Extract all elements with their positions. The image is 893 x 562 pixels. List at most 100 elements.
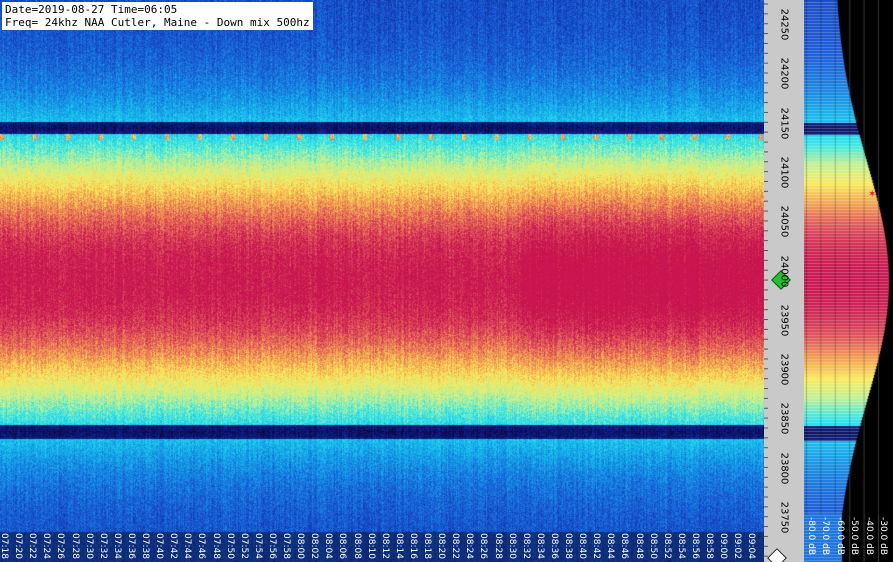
db-tick-text: -80.0 dB — [806, 517, 816, 556]
time-tick-text: 08:12 — [379, 533, 390, 559]
time-tick-text: 07:54 — [252, 533, 263, 559]
spectrum-panel — [804, 0, 893, 562]
time-tick-label: 08:36 — [548, 532, 560, 562]
time-tick-label: 08:52 — [661, 532, 673, 562]
db-tick-text: -50.0 dB — [849, 517, 860, 556]
frequency-tick-text: 24000 — [778, 255, 790, 287]
time-tick-text: 08:14 — [393, 533, 404, 559]
time-tick-text: 08:38 — [563, 533, 573, 559]
waterfall-display[interactable] — [0, 0, 764, 562]
time-tick-label: 07:34 — [112, 532, 123, 562]
frequency-tick-text: 23800 — [778, 452, 790, 485]
time-tick-label: 08:40 — [577, 532, 588, 562]
time-tick-text: 08:58 — [704, 533, 714, 559]
db-tick-text: -30.0 dB — [878, 517, 888, 556]
time-tick-text: 07:30 — [83, 533, 94, 559]
frequency-tick-label: 24200 — [764, 58, 804, 90]
db-tick-text: -40.0 dB — [863, 517, 874, 556]
time-tick-text: 07:52 — [238, 533, 249, 559]
time-tick-text: 08:10 — [365, 533, 376, 559]
time-tick-label: 08:56 — [690, 532, 701, 562]
time-tick-label: 07:50 — [224, 532, 236, 562]
time-tick-label: 08:14 — [393, 532, 405, 562]
time-tick-label: 08:08 — [351, 532, 363, 562]
time-tick-text: 08:46 — [619, 533, 630, 559]
frequency-tick-text: 24250 — [778, 8, 790, 41]
frequency-tick-label: 24050 — [764, 206, 804, 238]
time-tick-text: 07:20 — [13, 533, 24, 559]
time-tick-label: 07:48 — [210, 532, 222, 562]
time-tick-text: 07:18 — [0, 533, 9, 559]
db-tick-label: -50.0 dB — [849, 515, 859, 562]
time-tick-text: 07:48 — [210, 533, 221, 559]
time-tick-label: 07:32 — [97, 532, 109, 562]
frequency-tick-label: 24000 — [764, 255, 804, 287]
time-tick-label: 08:06 — [337, 532, 348, 562]
frequency-tick-text: 24150 — [778, 107, 790, 139]
time-tick-label: 08:00 — [295, 532, 306, 562]
time-tick-label: 07:46 — [196, 532, 207, 562]
time-tick-label: 08:10 — [365, 532, 377, 562]
time-tick-text: 07:36 — [125, 533, 136, 559]
frequency-axis[interactable]: 24250 24200 24150 24100 24050 24000 23950 23900… — [764, 0, 804, 562]
db-tick-text: -60.0 dB — [834, 517, 845, 556]
time-tick-label: 07:26 — [55, 532, 66, 562]
time-tick-label: 08:44 — [605, 532, 616, 562]
time-tick-text: 07:50 — [224, 533, 235, 559]
time-tick-label: 08:54 — [676, 532, 687, 562]
time-tick-label: 07:30 — [83, 532, 95, 562]
time-tick-text: 08:28 — [492, 533, 503, 559]
db-tick-label: -30.0 dB — [878, 515, 888, 562]
time-tick-label: 08:02 — [309, 532, 320, 562]
time-tick-text: 07:42 — [168, 533, 179, 559]
time-tick-label: 07:20 — [13, 532, 24, 562]
time-tick-label: 08:32 — [521, 532, 532, 562]
time-tick-text: 08:24 — [464, 533, 475, 559]
time-tick-label: 09:00 — [718, 532, 729, 562]
time-tick-text: 08:26 — [478, 533, 489, 559]
time-tick-text: 08:20 — [436, 533, 447, 559]
frequency-tick-text: 23900 — [778, 353, 790, 386]
time-tick-label: 07:54 — [252, 532, 264, 562]
time-tick-text: 07:44 — [182, 533, 193, 559]
time-tick-label: 08:50 — [648, 532, 659, 562]
date-time-label: Date=2019-08-27 Time=06:05 — [5, 3, 178, 16]
time-tick-text: 08:08 — [351, 533, 362, 559]
db-tick-label: -60.0 dB — [835, 515, 845, 562]
frequency-tick-label: 23750 — [764, 502, 804, 534]
time-tick-text: 08:16 — [407, 533, 418, 559]
frequency-tick-text: 24100 — [778, 156, 790, 189]
time-tick-text: 09:04 — [746, 533, 757, 559]
time-tick-label: 08:48 — [634, 532, 645, 562]
time-tick-label: 08:24 — [464, 532, 475, 562]
time-tick-text: 08:52 — [661, 533, 672, 559]
time-tick-text: 08:30 — [506, 533, 517, 559]
time-tick-text: 08:36 — [548, 533, 559, 559]
time-tick-label: 08:22 — [450, 532, 461, 562]
db-tick-label: -40.0 dB — [864, 515, 874, 562]
time-tick-text: 08:40 — [577, 533, 588, 559]
time-tick-text: 07:58 — [281, 533, 291, 559]
frequency-tick-text: 23850 — [778, 402, 790, 435]
time-tick-label: 07:40 — [154, 532, 165, 562]
time-tick-label: 07:52 — [238, 532, 250, 562]
time-tick-label: 09:04 — [746, 532, 757, 562]
time-tick-label: 08:30 — [506, 532, 518, 562]
time-tick-label: 08:16 — [407, 532, 419, 562]
time-tick-label: 07:22 — [27, 532, 38, 562]
time-tick-text: 07:24 — [41, 533, 52, 559]
peak-marker-icon: ✶ — [868, 189, 877, 200]
time-tick-text: 08:34 — [534, 533, 545, 559]
time-tick-text: 07:26 — [55, 533, 66, 559]
time-tick-text: 07:32 — [97, 533, 108, 559]
time-tick-text: 07:22 — [27, 533, 38, 559]
time-tick-text: 09:00 — [718, 533, 729, 559]
frequency-tick-label: 24150 — [764, 107, 804, 139]
time-tick-label: 08:18 — [422, 532, 433, 562]
time-tick-label: 07:18 — [0, 532, 10, 562]
time-tick-label: 08:26 — [478, 532, 489, 562]
db-tick-label: -80.0 dB — [806, 515, 816, 562]
frequency-tick-label: 23900 — [764, 354, 804, 386]
time-tick-label: 07:38 — [140, 532, 151, 562]
info-overlay: Date=2019-08-27 Time=06:05 Freq= 24khz N… — [2, 2, 313, 30]
